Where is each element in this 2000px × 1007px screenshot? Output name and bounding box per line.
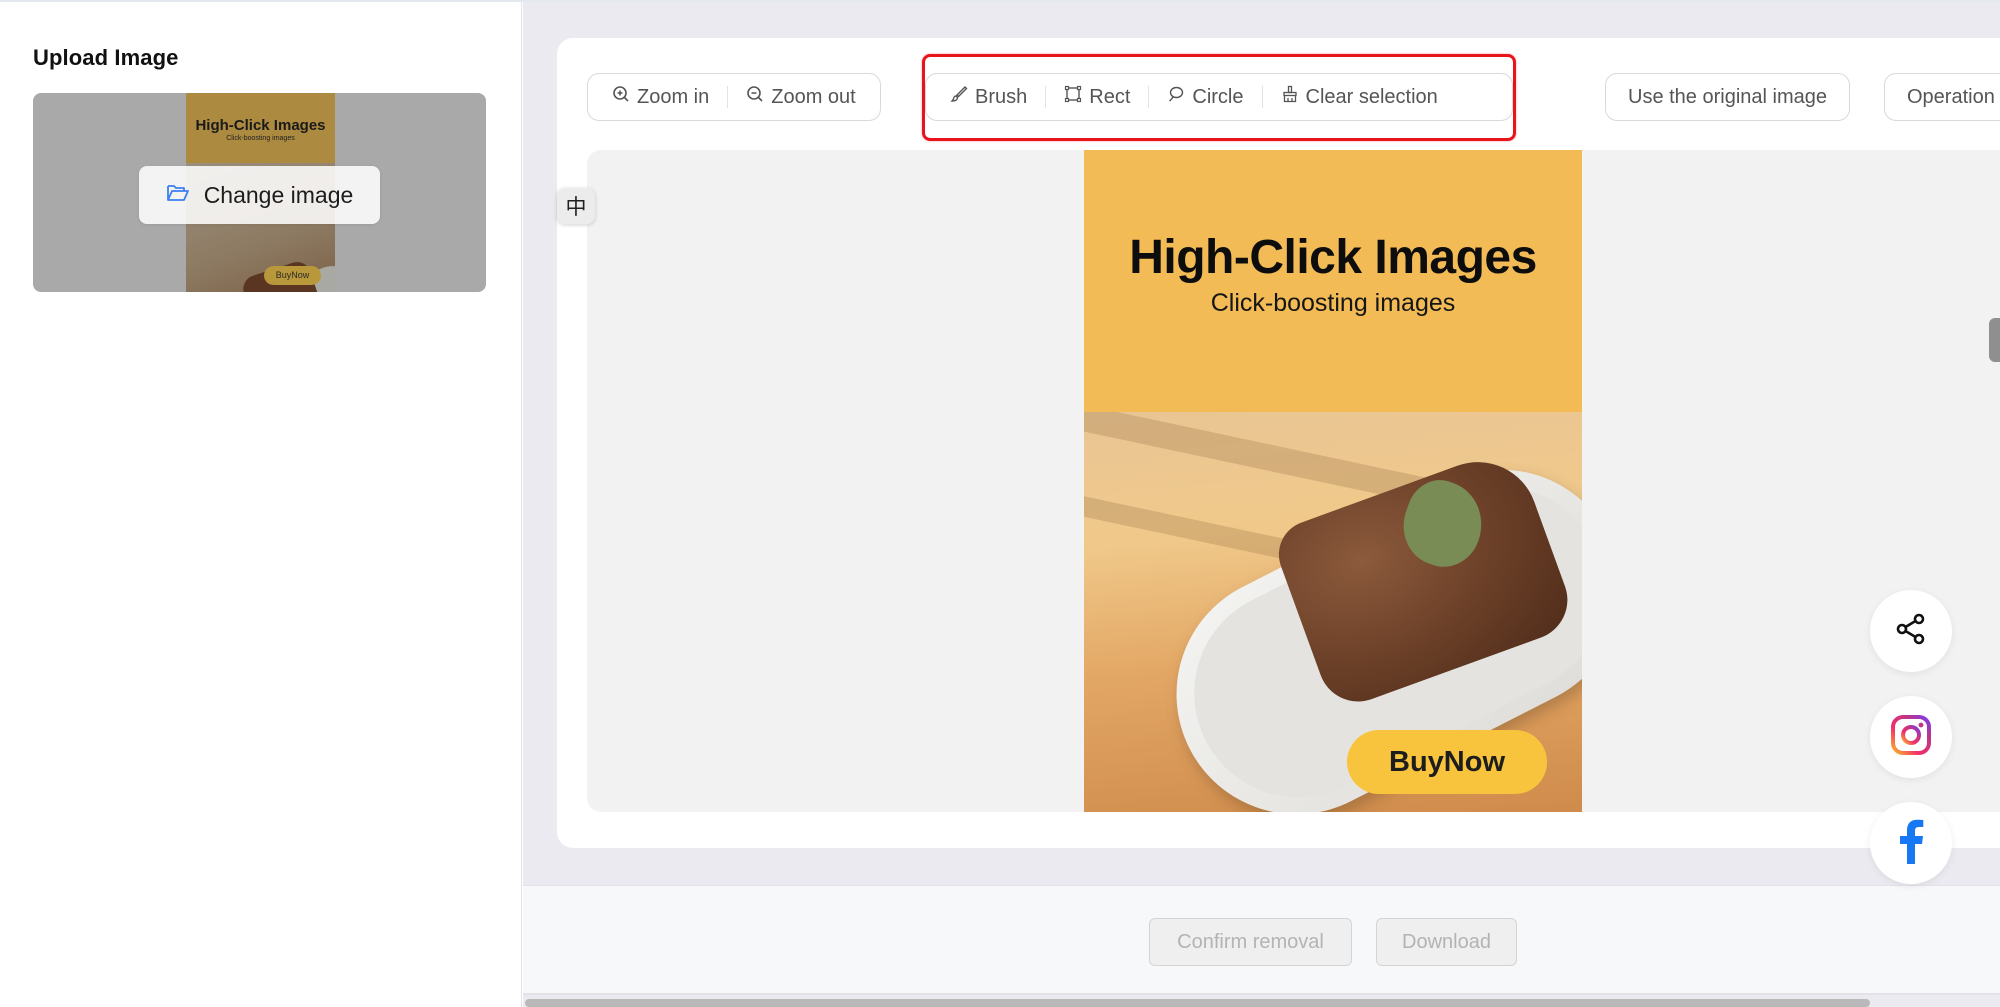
operation-button[interactable]: Operation xyxy=(1884,73,2000,121)
clear-selection-label: Clear selection xyxy=(1305,85,1438,108)
download-button[interactable]: Download xyxy=(1376,918,1517,966)
lasso-icon xyxy=(1167,85,1185,109)
horizontal-scrollbar[interactable] xyxy=(525,999,1870,1007)
rect-button[interactable]: Rect xyxy=(1046,80,1148,114)
editor-card: Zoom in Zoom out Brush Rect Circle Clear… xyxy=(557,38,2000,848)
poster-buy-now-button: BuyNow xyxy=(1347,730,1547,794)
sidebar: Upload Image High-Click Images Click-boo… xyxy=(0,2,522,1007)
thumbnail-cta: BuyNow xyxy=(264,266,321,285)
zoom-in-icon xyxy=(612,85,630,109)
circle-label: Circle xyxy=(1192,85,1244,108)
broom-icon xyxy=(1281,85,1299,109)
confirm-removal-button[interactable]: Confirm removal xyxy=(1149,918,1352,966)
zoom-out-button[interactable]: Zoom out xyxy=(728,80,873,114)
brush-button[interactable]: Brush xyxy=(932,80,1045,114)
thumbnail-subline: Click-boosting images xyxy=(226,135,295,142)
share-icon xyxy=(1893,611,1929,652)
image-canvas[interactable]: High-Click Images Click-boosting images … xyxy=(587,150,2000,812)
rect-label: Rect xyxy=(1089,85,1131,108)
change-image-label: Change image xyxy=(203,181,354,208)
folder-open-icon xyxy=(166,183,190,208)
facebook-icon xyxy=(1897,818,1925,869)
instagram-icon xyxy=(1889,713,1933,762)
poster-photo: BuyNow xyxy=(1084,412,1582,812)
clear-selection-button[interactable]: Clear selection xyxy=(1263,80,1456,114)
facebook-button[interactable] xyxy=(1870,802,1952,884)
zoom-toolbar: Zoom in Zoom out xyxy=(587,73,881,121)
change-image-button[interactable]: Change image xyxy=(139,166,380,224)
thumbnail-headline: High-Click Images xyxy=(195,117,326,134)
zoom-in-label: Zoom in xyxy=(637,85,710,108)
compare-button[interactable]: Com xyxy=(1989,318,2000,362)
poster-subline: Click-boosting images xyxy=(1210,289,1456,317)
zoom-out-label: Zoom out xyxy=(771,85,856,108)
main-area: Zoom in Zoom out Brush Rect Circle Clear… xyxy=(523,2,2000,1007)
poster-headline: High-Click Images xyxy=(1129,231,1537,284)
edited-image[interactable]: High-Click Images Click-boosting images … xyxy=(1084,150,1582,812)
sidebar-title: Upload Image xyxy=(33,45,179,70)
selection-toolbar: Brush Rect Circle Clear selection xyxy=(925,73,1513,121)
circle-button[interactable]: Circle xyxy=(1149,80,1261,114)
app-root: Upload Image High-Click Images Click-boo… xyxy=(0,0,2000,1007)
instagram-button[interactable] xyxy=(1870,696,1952,778)
share-button[interactable] xyxy=(1870,590,1952,672)
brush-icon xyxy=(950,85,968,109)
use-original-image-button[interactable]: Use the original image xyxy=(1605,73,1850,121)
zoom-in-button[interactable]: Zoom in xyxy=(594,80,727,114)
uploaded-image-thumbnail[interactable]: High-Click Images Click-boosting images … xyxy=(33,93,486,292)
rect-icon xyxy=(1064,85,1082,109)
center-align-button[interactable]: 中 xyxy=(557,188,595,224)
brush-label: Brush xyxy=(975,85,1028,108)
zoom-out-icon xyxy=(746,85,764,109)
action-bar: Confirm removal Download xyxy=(523,885,2000,995)
